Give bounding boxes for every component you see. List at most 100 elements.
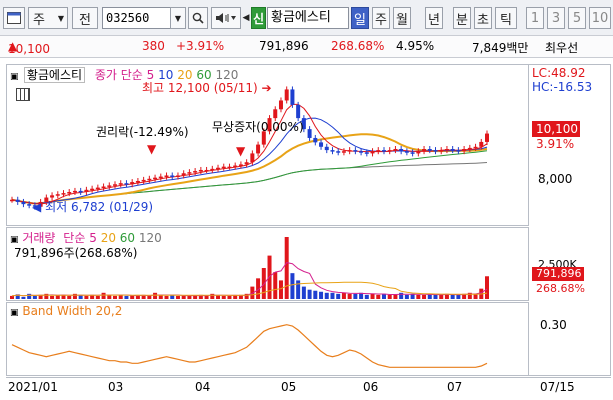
candle: [330, 150, 335, 152]
tab-period-year[interactable]: 년: [425, 7, 443, 29]
volume-bar: [113, 295, 118, 299]
candle: [479, 141, 484, 147]
volume-bar: [456, 294, 461, 299]
candle: [10, 199, 14, 202]
tab-period-minute[interactable]: 분: [453, 7, 471, 29]
current-price: 10,100 ▲: [8, 39, 50, 56]
tab-period-second[interactable]: 초: [474, 7, 492, 29]
candle: [341, 151, 346, 153]
volume-bar: [485, 276, 489, 299]
price-axis-tick: 8,000: [538, 172, 573, 186]
volume-ratio: 268.68%: [331, 39, 385, 53]
volume-bar: [227, 295, 232, 299]
bw-label: Band Width 20,2: [22, 304, 123, 318]
panel-menu-icon[interactable]: ▣: [10, 308, 19, 318]
price-series: [10, 86, 489, 210]
volume-bar: [101, 292, 106, 299]
candle: [107, 185, 112, 187]
candle: [290, 89, 295, 105]
interval-5-button[interactable]: 5: [568, 7, 586, 29]
candle: [347, 150, 352, 152]
candle: [90, 188, 95, 191]
new-stock-badge[interactable]: 신: [251, 7, 266, 29]
stock-name-label: 황금에스티: [23, 67, 86, 83]
quote-bar: 10,100 ▲ 380 +3.91% 791,896 268.68% 4.95…: [0, 36, 613, 58]
market-select[interactable]: 주 ▼: [28, 7, 68, 29]
event-rights-label: 권리락(-12.49%): [96, 125, 189, 139]
candle: [227, 166, 232, 169]
candle: [221, 166, 226, 169]
volume-bar: [21, 296, 26, 299]
candle: [393, 149, 398, 151]
volume-bar: [284, 237, 289, 299]
volume-bar: [336, 293, 341, 299]
candle: [433, 150, 438, 152]
volume-value-label: 791,896주(268.68%): [14, 246, 138, 260]
event-rights-arrow: ▼: [147, 142, 157, 156]
candle: [153, 177, 158, 180]
volume-bar: [353, 293, 358, 299]
volume-bar: [319, 291, 324, 299]
volume-bar: [107, 295, 112, 299]
grid-toggle-icon[interactable]: [16, 88, 30, 101]
volume-bar: [313, 290, 318, 299]
search-icon[interactable]: [188, 7, 208, 29]
interval-1-button[interactable]: 1: [526, 7, 544, 29]
volume-bar: [27, 293, 32, 299]
candle: [273, 109, 278, 119]
volume-bar: [95, 295, 100, 299]
volume-bar: [290, 273, 295, 299]
speaker-icon[interactable]: [211, 7, 241, 29]
window-icon[interactable]: [3, 7, 25, 29]
volume-label: 거래량: [22, 231, 56, 245]
candle: [456, 150, 461, 152]
candle: [473, 146, 478, 149]
candle: [307, 129, 312, 138]
volume-bar: [50, 295, 55, 299]
candle: [439, 150, 444, 152]
tab-period-week[interactable]: 주: [372, 7, 390, 29]
candle: [187, 172, 192, 174]
tab-period-month[interactable]: 월: [393, 7, 411, 29]
volume-bar: [153, 292, 158, 299]
candle: [15, 199, 20, 202]
tab-period-day[interactable]: 일: [351, 7, 369, 29]
lc-value: LC:48.92: [532, 66, 586, 80]
volume-bar: [84, 295, 89, 299]
volume-bar: [55, 295, 60, 299]
code-dropdown-button[interactable]: ▼: [170, 7, 186, 29]
candle: [175, 175, 180, 177]
arrow-left-icon[interactable]: ◀: [243, 7, 250, 29]
candle: [467, 147, 472, 150]
candle: [296, 104, 301, 119]
volume-bar: [370, 293, 375, 299]
candle: [416, 151, 421, 154]
candle: [485, 133, 489, 142]
price-box: 10,100: [532, 121, 580, 137]
bw-panel-header: ▣ Band Width 20,2: [10, 304, 122, 318]
panel-menu-icon[interactable]: ▣: [10, 72, 20, 82]
stock-name-field[interactable]: 황금에스티: [267, 7, 349, 29]
volume-bar: [158, 295, 163, 299]
volume-bar: [422, 294, 427, 299]
bw-axis-tick: 0.30: [540, 318, 567, 332]
period-type-button[interactable]: 전: [72, 7, 98, 29]
interval-10-button[interactable]: 10: [589, 7, 611, 29]
candle: [313, 137, 318, 143]
volume-ma-label: 단순: [63, 231, 86, 245]
ma-label: 종가 단순: [94, 68, 143, 82]
tab-period-tick[interactable]: 틱: [495, 7, 517, 29]
volume-bar: [124, 295, 129, 299]
candle: [78, 190, 83, 193]
candle: [67, 192, 72, 194]
candle: [462, 149, 467, 152]
event-bonus-arrow: ▼: [236, 144, 246, 158]
candle: [164, 175, 169, 177]
volume-bar: [273, 272, 278, 299]
x-axis: 2021/01 03 04 05 06 07 07/15: [6, 377, 611, 399]
volume-bar: [221, 295, 226, 299]
candle: [118, 183, 123, 185]
volume-bar: [296, 280, 301, 299]
x-label: 03: [108, 380, 124, 394]
interval-3-button[interactable]: 3: [547, 7, 565, 29]
